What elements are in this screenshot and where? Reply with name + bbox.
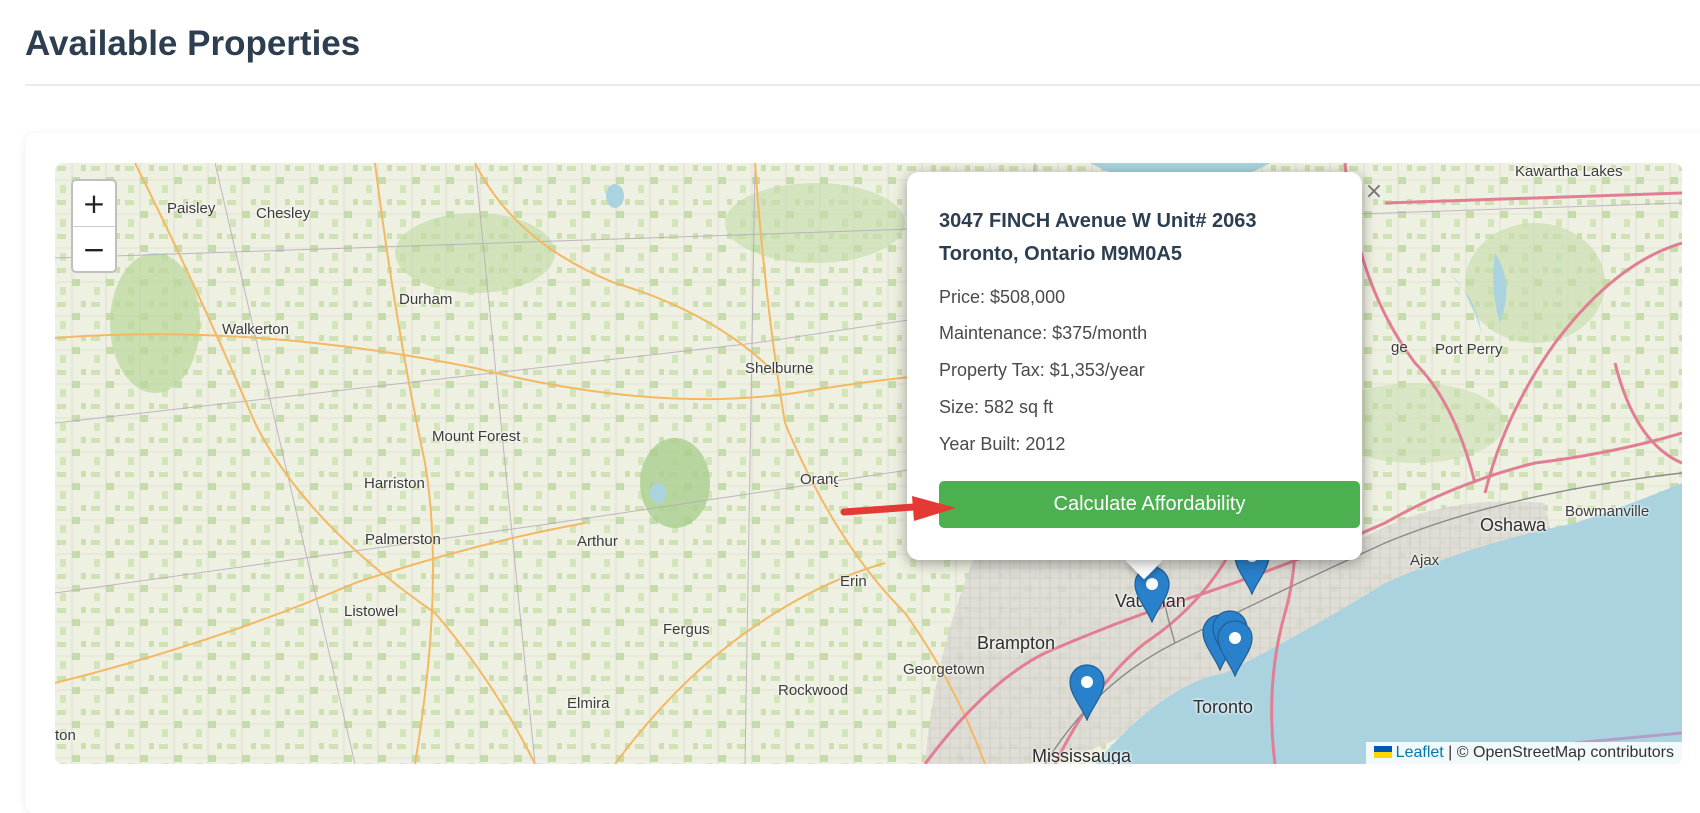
price-text: Price: $508,000 — [939, 287, 1066, 307]
property-marker-icon[interactable] — [1068, 663, 1106, 721]
place-label-brampton: Brampton — [977, 633, 1056, 653]
place-label-fergus: Fergus — [663, 621, 710, 638]
place-label-mississauga: Mississauga — [1032, 746, 1132, 764]
annotation-arrow-icon — [840, 496, 956, 521]
place-label-palmerston: Palmerston — [365, 531, 441, 548]
zoom-in-button[interactable]: + — [73, 181, 115, 226]
place-label-kawartha-lakes: Kawartha Lakes — [1515, 163, 1623, 180]
leaflet-link[interactable]: Leaflet — [1396, 744, 1444, 761]
maintenance-text: Maintenance: $375/month — [939, 323, 1148, 343]
map-attribution: Leaflet | © OpenStreetMap contributors — [1365, 742, 1682, 764]
map-tiles — [55, 163, 1682, 764]
attribution-separator: | — [1443, 744, 1457, 761]
place-label-shelburne: Shelburne — [745, 360, 814, 377]
place-label-walkerton: Walkerton — [222, 321, 289, 338]
place-label-paisley: Paisley — [167, 200, 216, 217]
address-line-2: Toronto, Ontario M9M0A5 — [939, 243, 1182, 265]
address-line-1: 3047 FINCH Avenue W Unit# 2063 — [939, 210, 1257, 232]
map[interactable]: Paisley Chesley Durham Walkerton Shelbur… — [55, 163, 1682, 764]
year-built-text: Year Built: 2012 — [939, 434, 1066, 454]
place-label-partial-west: ton — [55, 727, 76, 744]
place-label-toronto: Toronto — [1193, 697, 1254, 717]
popup-close-button[interactable]: × — [1364, 181, 1384, 203]
place-label-bowmanville: Bowmanville — [1565, 503, 1650, 520]
zoom-out-button[interactable]: − — [73, 226, 115, 271]
size-text: Size: 582 sq ft — [939, 397, 1054, 417]
place-label-arthur: Arthur — [577, 533, 618, 550]
page-title: Available Properties — [25, 24, 361, 63]
place-label-durham: Durham — [399, 291, 453, 308]
calculate-affordability-button[interactable]: Calculate Affordability — [939, 481, 1360, 528]
place-label-partial-north: ge — [1391, 339, 1408, 356]
property-address: 3047 FINCH Avenue W Unit# 2063 Toronto, … — [939, 205, 1339, 271]
place-label-chesley: Chesley — [256, 205, 311, 222]
place-label-georgetown: Georgetown — [903, 661, 985, 678]
property-marker-icon[interactable] — [1216, 619, 1254, 677]
place-label-harriston: Harriston — [364, 475, 425, 492]
place-label-elmira: Elmira — [567, 695, 610, 712]
place-label-rockwood: Rockwood — [778, 682, 849, 699]
title-divider — [25, 84, 1700, 86]
place-label-listowel: Listowel — [344, 603, 399, 620]
place-label-orangeville: Orangeville — [800, 471, 838, 488]
property-tax-text: Property Tax: $1,353/year — [939, 360, 1145, 380]
place-label-erin: Erin — [840, 573, 867, 590]
place-label-mount-forest: Mount Forest — [432, 428, 521, 445]
osm-attribution-text: © OpenStreetMap contributors — [1456, 744, 1674, 761]
place-label-port-perry: Port Perry — [1435, 341, 1503, 358]
place-label-oshawa: Oshawa — [1480, 515, 1547, 535]
ukraine-flag-icon — [1373, 746, 1392, 758]
zoom-control: + − — [71, 179, 117, 273]
place-label-ajax: Ajax — [1410, 552, 1440, 569]
